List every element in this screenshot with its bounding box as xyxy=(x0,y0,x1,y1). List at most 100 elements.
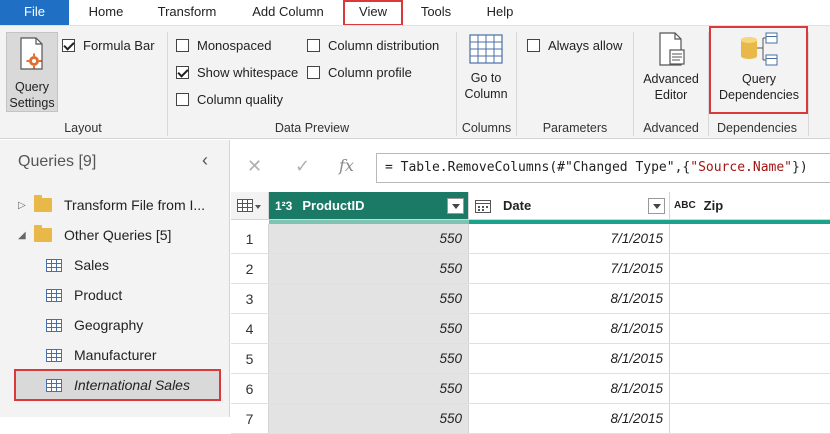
cell-date[interactable]: 8/1/2015 xyxy=(469,374,670,404)
cell-zip[interactable] xyxy=(670,314,830,344)
advanced-editor-label-line2: Editor xyxy=(654,88,688,102)
tree-item-international-sales[interactable]: International Sales xyxy=(46,372,190,398)
tree-item-sales[interactable]: Sales xyxy=(46,252,109,278)
table-row[interactable]: 5 550 8/1/2015 xyxy=(231,344,830,374)
always-allow-checkbox[interactable]: Always allow xyxy=(527,38,622,53)
cell-zip[interactable] xyxy=(670,284,830,314)
column-header-productid[interactable]: 1²3 ProductID xyxy=(269,192,469,220)
table-menu-button[interactable] xyxy=(231,192,269,220)
collapse-pane-icon[interactable]: ‹ xyxy=(202,150,208,171)
data-grid: 1²3 ProductID Date ABC Zip 1 550 7/1/2015 2… xyxy=(231,190,830,434)
cell-productid[interactable]: 550 xyxy=(269,314,469,344)
table-row[interactable]: 3 550 8/1/2015 xyxy=(231,284,830,314)
filter-dropdown-icon[interactable] xyxy=(648,198,665,214)
tab-file[interactable]: File xyxy=(0,0,69,25)
column-header-date[interactable]: Date xyxy=(469,192,670,220)
cell-productid[interactable]: 550 xyxy=(269,254,469,284)
show-whitespace-label: Show whitespace xyxy=(197,65,299,80)
cell-zip[interactable] xyxy=(670,404,830,434)
cell-productid[interactable]: 550 xyxy=(269,284,469,314)
formula-bar-checkbox[interactable]: Formula Bar xyxy=(62,38,155,53)
table-menu-icon xyxy=(237,198,261,212)
query-settings-button[interactable]: Query Settings xyxy=(6,32,58,112)
queries-pane-title: Queries [9] xyxy=(18,153,97,170)
tree-item-geography[interactable]: Geography xyxy=(46,312,143,338)
cell-productid[interactable]: 550 xyxy=(269,224,469,254)
table-icon xyxy=(46,258,62,272)
tab-tools[interactable]: Tools xyxy=(417,0,455,25)
tree-item-folder-transform-file[interactable]: ▷ Transform File from I... xyxy=(18,192,205,218)
row-number[interactable]: 3 xyxy=(231,284,269,314)
function-fx-icon[interactable]: fx xyxy=(339,156,354,175)
cancel-icon[interactable]: ✕ xyxy=(247,156,262,177)
ribbon-tab-bar: File Home Transform Add Column View Tool… xyxy=(0,0,830,26)
advanced-editor-label-line1: Advanced xyxy=(643,72,699,86)
row-number[interactable]: 5 xyxy=(231,344,269,374)
formula-bar-check-icon xyxy=(62,39,75,52)
tab-help[interactable]: Help xyxy=(483,0,517,25)
group-label-layout: Layout xyxy=(64,121,102,135)
row-number[interactable]: 7 xyxy=(231,404,269,434)
query-settings-label-line2: Settings xyxy=(9,96,55,110)
formula-bar-label: Formula Bar xyxy=(83,38,155,53)
cell-date[interactable]: 8/1/2015 xyxy=(469,344,670,374)
row-number[interactable]: 4 xyxy=(231,314,269,344)
text-type-icon[interactable]: ABC xyxy=(674,200,696,211)
tree-item-product[interactable]: Product xyxy=(46,282,122,308)
formula-bar: ✕ ✓ fx = Table.RemoveColumns(#"Changed T… xyxy=(231,140,830,190)
cell-zip[interactable] xyxy=(670,374,830,404)
filter-dropdown-icon[interactable] xyxy=(447,198,464,214)
tab-add-column[interactable]: Add Column xyxy=(247,0,329,25)
cell-date[interactable]: 8/1/2015 xyxy=(469,404,670,434)
go-to-column-label-line2: Column xyxy=(464,87,508,101)
chevron-down-icon[interactable]: ◢ xyxy=(18,230,34,241)
row-number[interactable]: 2 xyxy=(231,254,269,284)
chevron-right-icon[interactable]: ▷ xyxy=(18,200,34,211)
column-header-label: Date xyxy=(503,198,532,213)
tab-transform[interactable]: Transform xyxy=(152,0,222,25)
table-icon xyxy=(46,288,62,302)
cell-date[interactable]: 8/1/2015 xyxy=(469,284,670,314)
show-whitespace-checkbox[interactable]: Show whitespace xyxy=(176,65,298,80)
monospaced-checkbox[interactable]: Monospaced xyxy=(176,38,271,53)
tree-item-label: Manufacturer xyxy=(74,347,157,363)
column-profile-checkbox[interactable]: Column profile xyxy=(307,65,412,80)
tree-item-label: Product xyxy=(74,287,123,303)
cell-zip[interactable] xyxy=(670,224,830,254)
advanced-editor-button[interactable]: Advanced Editor xyxy=(638,32,704,116)
group-label-advanced: Advanced xyxy=(643,121,699,135)
advanced-editor-icon xyxy=(659,32,685,66)
cell-productid[interactable]: 550 xyxy=(269,404,469,434)
column-quality-checkbox[interactable]: Column quality xyxy=(176,92,283,107)
group-label-columns: Columns xyxy=(461,121,512,135)
formula-input[interactable]: = Table.RemoveColumns(#"Changed Type",{"… xyxy=(376,153,830,183)
tab-home[interactable]: Home xyxy=(86,0,126,25)
cell-productid[interactable]: 550 xyxy=(269,344,469,374)
cell-date[interactable]: 7/1/2015 xyxy=(469,254,670,284)
cell-zip[interactable] xyxy=(670,254,830,284)
tree-item-manufacturer[interactable]: Manufacturer xyxy=(46,342,156,368)
formula-text-string: "Source.Name" xyxy=(690,160,792,175)
column-distribution-label: Column distribution xyxy=(328,38,440,53)
tree-item-label: Sales xyxy=(74,257,110,273)
cell-productid[interactable]: 550 xyxy=(269,374,469,404)
cell-zip[interactable] xyxy=(670,344,830,374)
column-distribution-checkbox[interactable]: Column distribution xyxy=(307,38,439,53)
table-row[interactable]: 7 550 8/1/2015 xyxy=(231,404,830,434)
cell-date[interactable]: 8/1/2015 xyxy=(469,314,670,344)
table-row[interactable]: 6 550 8/1/2015 xyxy=(231,374,830,404)
tree-item-label: Transform File from I... xyxy=(64,197,206,213)
row-number[interactable]: 6 xyxy=(231,374,269,404)
table-row[interactable]: 4 550 8/1/2015 xyxy=(231,314,830,344)
row-number[interactable]: 1 xyxy=(231,224,269,254)
whole-number-type-icon[interactable]: 1²3 xyxy=(275,199,292,213)
query-settings-label: Query Settings xyxy=(7,79,57,111)
column-header-zip[interactable]: ABC Zip xyxy=(670,192,830,220)
go-to-column-button[interactable]: Go to Column xyxy=(459,32,513,116)
table-row[interactable]: 2 550 7/1/2015 xyxy=(231,254,830,284)
table-row[interactable]: 1 550 7/1/2015 xyxy=(231,224,830,254)
cell-date[interactable]: 7/1/2015 xyxy=(469,224,670,254)
calendar-type-icon[interactable] xyxy=(475,199,491,213)
commit-check-icon[interactable]: ✓ xyxy=(295,156,310,177)
tree-item-folder-other-queries[interactable]: ◢ Other Queries [5] xyxy=(18,222,171,248)
